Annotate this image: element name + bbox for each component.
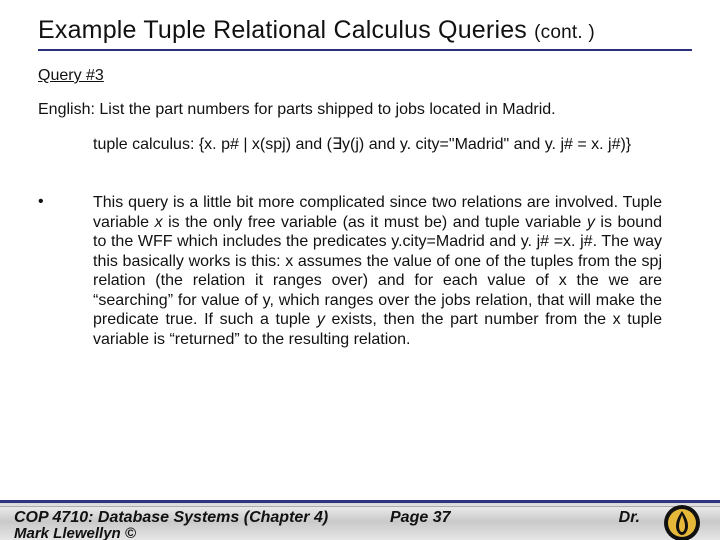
- slide: Example Tuple Relational Calculus Querie…: [0, 0, 720, 540]
- explanation-text: This query is a little bit more complica…: [93, 193, 662, 349]
- footer-bar: COP 4710: Database Systems (Chapter 4) P…: [0, 500, 720, 540]
- title-main: Example Tuple Relational Calculus Querie…: [38, 16, 527, 44]
- english-statement: English: List the part numbers for parts…: [38, 101, 692, 119]
- query-label: Query #3: [38, 67, 692, 85]
- title-rule: [38, 49, 692, 51]
- content-area: Example Tuple Relational Calculus Querie…: [38, 16, 692, 492]
- title-cont: (cont. ): [534, 22, 595, 43]
- footer-dr: Dr.: [619, 509, 640, 527]
- tuple-calculus: tuple calculus: {x. p# | x(spj) and (∃y(…: [93, 135, 632, 155]
- explanation-row: • This query is a little bit more compli…: [38, 193, 692, 349]
- bullet-mark: •: [38, 193, 93, 211]
- seal-icon: [662, 503, 702, 540]
- footer-fragment: Mark Llewellyn ©: [14, 525, 136, 540]
- footer-page: Page 37: [390, 509, 450, 527]
- slide-title: Example Tuple Relational Calculus Querie…: [38, 16, 692, 45]
